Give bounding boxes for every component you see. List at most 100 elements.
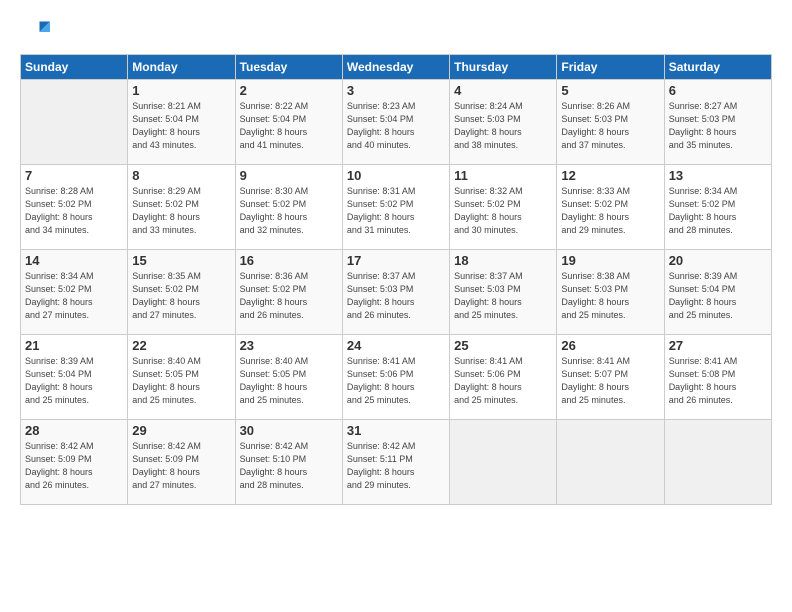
day-cell: 6 Sunrise: 8:27 AM Sunset: 5:03 PM Daylig… bbox=[664, 80, 771, 165]
day-number: 28 bbox=[25, 423, 123, 438]
day-number: 5 bbox=[561, 83, 659, 98]
day-info: Sunrise: 8:42 AM Sunset: 5:09 PM Dayligh… bbox=[25, 440, 123, 492]
day-info: Sunrise: 8:40 AM Sunset: 5:05 PM Dayligh… bbox=[132, 355, 230, 407]
day-cell bbox=[450, 420, 557, 505]
day-cell: 12Sunrise: 8:33 AM Sunset: 5:02 PM Dayli… bbox=[557, 165, 664, 250]
day-number: 11 bbox=[454, 168, 552, 183]
day-number: 21 bbox=[25, 338, 123, 353]
day-cell: 17 Sunrise: 8:37 AM Sunset: 5:03 PM Dayli… bbox=[342, 250, 449, 335]
day-cell bbox=[21, 80, 128, 165]
week-row-3: 14 Sunrise: 8:34 AM Sunset: 5:02 PM Dayli… bbox=[21, 250, 772, 335]
day-info: Sunrise: 8:42 AM Sunset: 5:10 PM Dayligh… bbox=[240, 440, 338, 492]
day-cell: 2 Sunrise: 8:22 AM Sunset: 5:04 PM Daylig… bbox=[235, 80, 342, 165]
logo-icon bbox=[22, 18, 50, 46]
day-info: Sunrise: 8:36 AM Sunset: 5:02 PM Dayligh… bbox=[240, 270, 338, 322]
col-header-tuesday: Tuesday bbox=[235, 55, 342, 80]
day-number: 22 bbox=[132, 338, 230, 353]
day-number: 20 bbox=[669, 253, 767, 268]
day-number: 14 bbox=[25, 253, 123, 268]
day-cell: 11 Sunrise: 8:32 AM Sunset: 5:02 PM Dayli… bbox=[450, 165, 557, 250]
day-cell: 9 Sunrise: 8:30 AM Sunset: 5:02 PM Daylig… bbox=[235, 165, 342, 250]
day-number: 23 bbox=[240, 338, 338, 353]
day-number: 30 bbox=[240, 423, 338, 438]
day-number: 9 bbox=[240, 168, 338, 183]
day-info: Sunrise: 8:41 AM Sunset: 5:08 PM Dayligh… bbox=[669, 355, 767, 407]
day-info: Sunrise: 8:37 AM Sunset: 5:03 PM Dayligh… bbox=[347, 270, 445, 322]
day-number: 12 bbox=[561, 168, 659, 183]
day-number: 26 bbox=[561, 338, 659, 353]
day-cell bbox=[557, 420, 664, 505]
day-cell: 31 Sunrise: 8:42 AM Sunset: 5:11 PM Dayli… bbox=[342, 420, 449, 505]
day-number: 10 bbox=[347, 168, 445, 183]
day-info: Sunrise: 8:41 AM Sunset: 5:06 PM Dayligh… bbox=[347, 355, 445, 407]
day-number: 8 bbox=[132, 168, 230, 183]
day-info: Sunrise: 8:21 AM Sunset: 5:04 PM Dayligh… bbox=[132, 100, 230, 152]
day-info: Sunrise: 8:29 AM Sunset: 5:02 PM Dayligh… bbox=[132, 185, 230, 237]
header bbox=[20, 18, 772, 46]
day-cell: 14 Sunrise: 8:34 AM Sunset: 5:02 PM Dayli… bbox=[21, 250, 128, 335]
day-info: Sunrise: 8:40 AM Sunset: 5:05 PM Dayligh… bbox=[240, 355, 338, 407]
day-number: 31 bbox=[347, 423, 445, 438]
col-header-wednesday: Wednesday bbox=[342, 55, 449, 80]
day-cell: 28 Sunrise: 8:42 AM Sunset: 5:09 PM Dayli… bbox=[21, 420, 128, 505]
day-info: Sunrise: 8:39 AM Sunset: 5:04 PM Dayligh… bbox=[669, 270, 767, 322]
day-cell: 29 Sunrise: 8:42 AM Sunset: 5:09 PM Dayli… bbox=[128, 420, 235, 505]
day-cell bbox=[664, 420, 771, 505]
day-number: 3 bbox=[347, 83, 445, 98]
day-number: 24 bbox=[347, 338, 445, 353]
day-info: Sunrise: 8:32 AM Sunset: 5:02 PM Dayligh… bbox=[454, 185, 552, 237]
day-info: Sunrise: 8:23 AM Sunset: 5:04 PM Dayligh… bbox=[347, 100, 445, 152]
col-header-monday: Monday bbox=[128, 55, 235, 80]
day-cell: 22 Sunrise: 8:40 AM Sunset: 5:05 PM Dayli… bbox=[128, 335, 235, 420]
day-info: Sunrise: 8:38 AM Sunset: 5:03 PM Dayligh… bbox=[561, 270, 659, 322]
day-cell: 30 Sunrise: 8:42 AM Sunset: 5:10 PM Dayli… bbox=[235, 420, 342, 505]
day-info: Sunrise: 8:27 AM Sunset: 5:03 PM Dayligh… bbox=[669, 100, 767, 152]
day-number: 4 bbox=[454, 83, 552, 98]
col-header-thursday: Thursday bbox=[450, 55, 557, 80]
day-info: Sunrise: 8:22 AM Sunset: 5:04 PM Dayligh… bbox=[240, 100, 338, 152]
day-cell: 5Sunrise: 8:26 AM Sunset: 5:03 PM Daylig… bbox=[557, 80, 664, 165]
day-cell: 1Sunrise: 8:21 AM Sunset: 5:04 PM Daylig… bbox=[128, 80, 235, 165]
day-cell: 18 Sunrise: 8:37 AM Sunset: 5:03 PM Dayli… bbox=[450, 250, 557, 335]
day-number: 29 bbox=[132, 423, 230, 438]
day-cell: 23 Sunrise: 8:40 AM Sunset: 5:05 PM Dayli… bbox=[235, 335, 342, 420]
day-info: Sunrise: 8:24 AM Sunset: 5:03 PM Dayligh… bbox=[454, 100, 552, 152]
day-info: Sunrise: 8:28 AM Sunset: 5:02 PM Dayligh… bbox=[25, 185, 123, 237]
calendar-table: SundayMondayTuesdayWednesdayThursdayFrid… bbox=[20, 54, 772, 505]
week-row-4: 21 Sunrise: 8:39 AM Sunset: 5:04 PM Dayli… bbox=[21, 335, 772, 420]
col-header-sunday: Sunday bbox=[21, 55, 128, 80]
day-info: Sunrise: 8:37 AM Sunset: 5:03 PM Dayligh… bbox=[454, 270, 552, 322]
day-number: 25 bbox=[454, 338, 552, 353]
day-info: Sunrise: 8:42 AM Sunset: 5:11 PM Dayligh… bbox=[347, 440, 445, 492]
day-cell: 25Sunrise: 8:41 AM Sunset: 5:06 PM Dayli… bbox=[450, 335, 557, 420]
day-number: 17 bbox=[347, 253, 445, 268]
day-cell: 4 Sunrise: 8:24 AM Sunset: 5:03 PM Daylig… bbox=[450, 80, 557, 165]
day-number: 2 bbox=[240, 83, 338, 98]
day-cell: 26 Sunrise: 8:41 AM Sunset: 5:07 PM Dayli… bbox=[557, 335, 664, 420]
logo bbox=[20, 18, 50, 46]
day-number: 15 bbox=[132, 253, 230, 268]
day-info: Sunrise: 8:30 AM Sunset: 5:02 PM Dayligh… bbox=[240, 185, 338, 237]
day-info: Sunrise: 8:41 AM Sunset: 5:07 PM Dayligh… bbox=[561, 355, 659, 407]
col-header-saturday: Saturday bbox=[664, 55, 771, 80]
day-number: 19 bbox=[561, 253, 659, 268]
day-cell: 24 Sunrise: 8:41 AM Sunset: 5:06 PM Dayli… bbox=[342, 335, 449, 420]
day-info: Sunrise: 8:34 AM Sunset: 5:02 PM Dayligh… bbox=[669, 185, 767, 237]
day-cell: 19 Sunrise: 8:38 AM Sunset: 5:03 PM Dayli… bbox=[557, 250, 664, 335]
day-info: Sunrise: 8:31 AM Sunset: 5:02 PM Dayligh… bbox=[347, 185, 445, 237]
day-number: 6 bbox=[669, 83, 767, 98]
day-cell: 10 Sunrise: 8:31 AM Sunset: 5:02 PM Dayli… bbox=[342, 165, 449, 250]
day-cell: 21 Sunrise: 8:39 AM Sunset: 5:04 PM Dayli… bbox=[21, 335, 128, 420]
day-number: 13 bbox=[669, 168, 767, 183]
day-cell: 13 Sunrise: 8:34 AM Sunset: 5:02 PM Dayli… bbox=[664, 165, 771, 250]
week-row-5: 28 Sunrise: 8:42 AM Sunset: 5:09 PM Dayli… bbox=[21, 420, 772, 505]
day-number: 18 bbox=[454, 253, 552, 268]
day-cell: 3 Sunrise: 8:23 AM Sunset: 5:04 PM Daylig… bbox=[342, 80, 449, 165]
day-cell: 15Sunrise: 8:35 AM Sunset: 5:02 PM Dayli… bbox=[128, 250, 235, 335]
day-info: Sunrise: 8:39 AM Sunset: 5:04 PM Dayligh… bbox=[25, 355, 123, 407]
day-info: Sunrise: 8:34 AM Sunset: 5:02 PM Dayligh… bbox=[25, 270, 123, 322]
col-header-friday: Friday bbox=[557, 55, 664, 80]
day-info: Sunrise: 8:42 AM Sunset: 5:09 PM Dayligh… bbox=[132, 440, 230, 492]
day-cell: 16Sunrise: 8:36 AM Sunset: 5:02 PM Dayli… bbox=[235, 250, 342, 335]
day-number: 7 bbox=[25, 168, 123, 183]
